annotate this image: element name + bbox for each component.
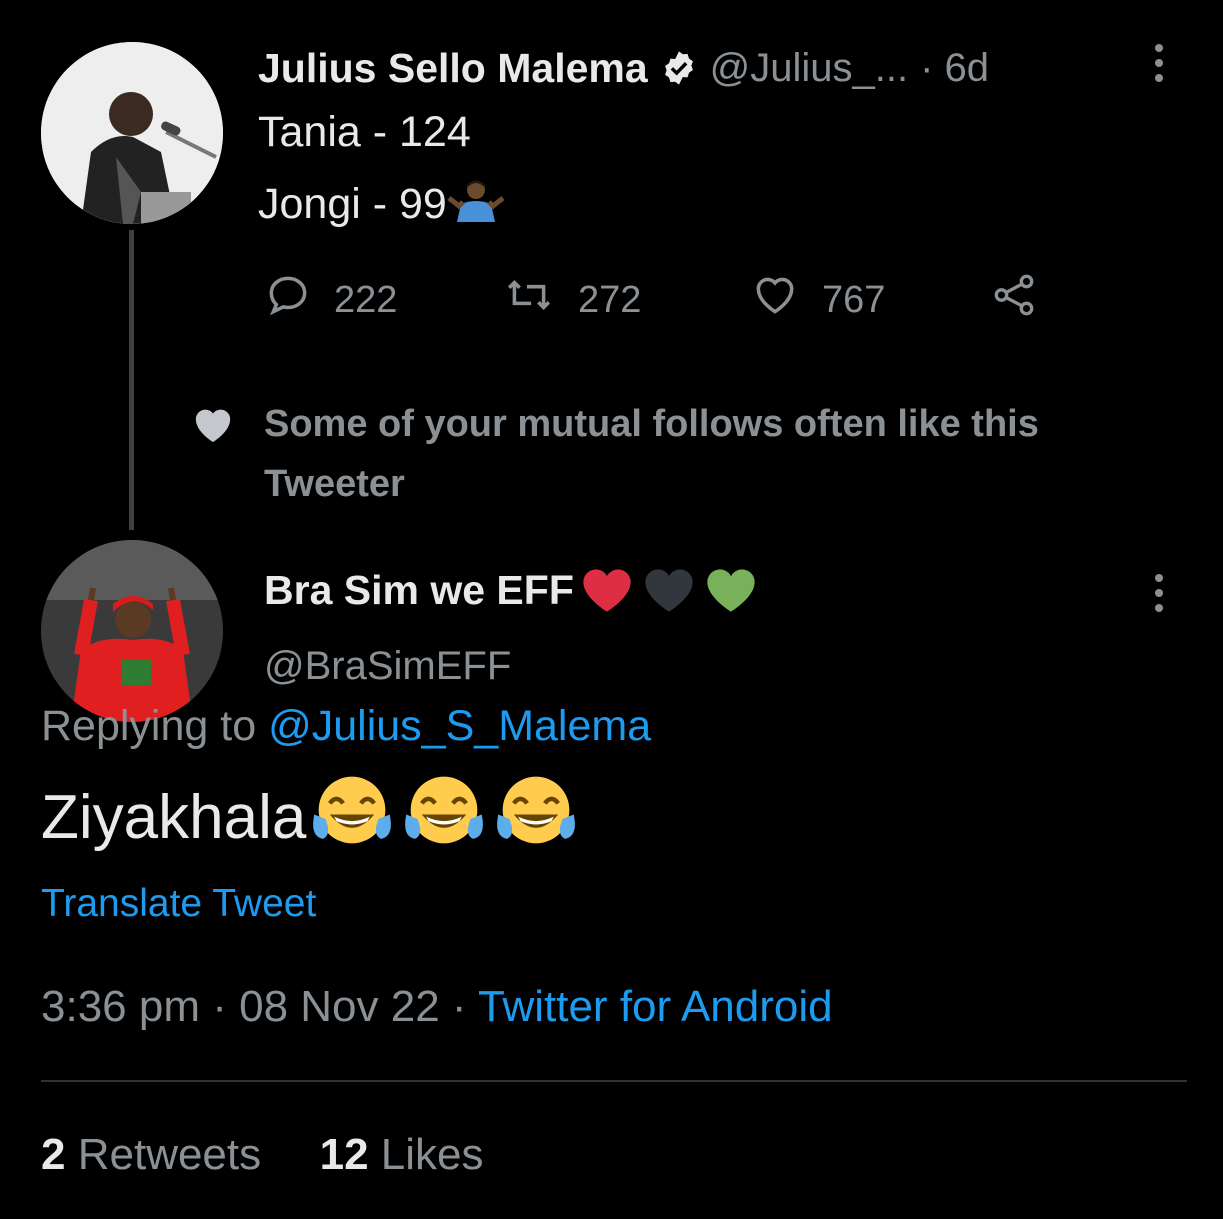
green-heart-emoji (702, 562, 760, 619)
tears-of-joy-emoji (306, 770, 398, 865)
replying-to-link[interactable]: @Julius_S_Malema (268, 702, 651, 750)
parent-author-name[interactable]: Julius Sello Malema (258, 45, 648, 92)
red-heart-emoji (578, 562, 636, 619)
reply-count: 222 (334, 278, 398, 321)
likes-label: Likes (380, 1130, 484, 1179)
main-handle[interactable]: @BraSimEFF (264, 644, 511, 689)
verified-badge-icon (660, 49, 698, 87)
replying-to-line: Replying to @Julius_S_Malema (41, 702, 651, 751)
translate-tweet-link[interactable]: Translate Tweet (41, 882, 316, 926)
tweet-stats: 2 Retweets 12 Likes (41, 1130, 484, 1180)
like-count: 767 (822, 278, 886, 321)
black-heart-emoji (640, 562, 698, 619)
reply-icon (262, 270, 314, 330)
parent-action-bar: 222 272 767 (262, 270, 1040, 330)
parent-more-icon[interactable] (1155, 44, 1163, 82)
parent-tweet-header: Julius Sello Malema @Julius_... · 6d (258, 40, 989, 96)
main-more-icon[interactable] (1155, 574, 1163, 612)
parent-tweet-line2-text: Jongi - 99 (258, 180, 447, 228)
retweets-stat[interactable]: 2 Retweets (41, 1130, 273, 1179)
thread-line (129, 230, 134, 530)
main-tweet-text-content: Ziyakhala (41, 783, 307, 852)
like-icon (748, 270, 802, 330)
parent-tweet-line2: Jongi - 99 (258, 176, 505, 233)
likes-stat[interactable]: 12 Likes (320, 1130, 484, 1179)
meta-separator-1: · (212, 982, 227, 1031)
parent-tweet-line1: Tania - 124 (258, 108, 471, 156)
main-avatar[interactable] (41, 540, 223, 722)
retweet-button[interactable]: 272 (500, 270, 748, 330)
retweets-label: Retweets (77, 1130, 262, 1179)
tears-of-joy-emoji (398, 770, 490, 865)
like-button[interactable]: 767 (748, 270, 988, 330)
parent-handle[interactable]: @Julius_... (710, 46, 908, 91)
replying-prefix: Replying to (41, 702, 257, 750)
parent-avatar[interactable] (41, 42, 223, 224)
parent-avatar-image (41, 42, 223, 224)
meta-separator-2: · (451, 982, 467, 1031)
parent-time[interactable]: · 6d (920, 46, 989, 91)
main-tweet-header: Bra Sim we EFF (264, 562, 760, 619)
tweet-meta: 3:36 pm · 08 Nov 22 · Twitter for Androi… (41, 982, 833, 1032)
main-tweet-text: Ziyakhala (41, 770, 582, 865)
retweets-count: 2 (41, 1130, 66, 1179)
person-shrugging-emoji (447, 176, 505, 233)
tears-of-joy-emoji (490, 770, 582, 865)
reply-button[interactable]: 222 (262, 270, 500, 330)
share-icon (988, 270, 1040, 330)
main-author-name[interactable]: Bra Sim we EFF (264, 567, 574, 614)
tweet-time[interactable]: 3:36 pm (41, 982, 200, 1031)
retweet-count: 272 (578, 278, 642, 321)
divider (41, 1080, 1187, 1082)
share-button[interactable] (988, 270, 1040, 330)
main-avatar-image (41, 540, 223, 722)
social-context-text: Some of your mutual follows often like t… (264, 403, 1039, 505)
retweet-icon (500, 270, 558, 330)
heart-icon (190, 402, 236, 449)
tweet-source-link[interactable]: Twitter for Android (478, 982, 833, 1031)
likes-count: 12 (319, 1130, 369, 1179)
tweet-date[interactable]: 08 Nov 22 (239, 982, 440, 1031)
